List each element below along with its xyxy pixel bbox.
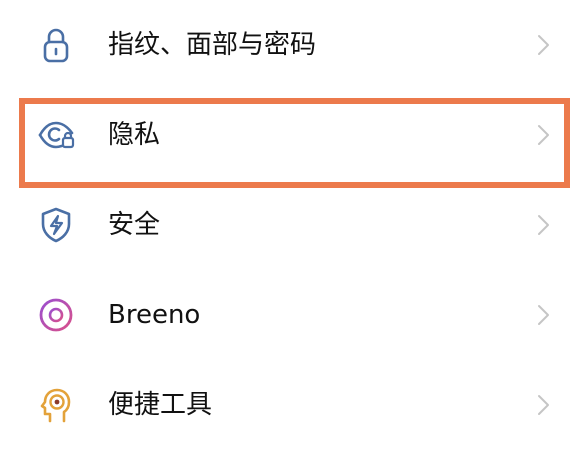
settings-item-fingerprint-face-password[interactable]: 指纹、面部与密码 bbox=[0, 0, 585, 90]
privacy-eye-lock-icon bbox=[36, 115, 76, 155]
breeno-ring-icon bbox=[36, 295, 76, 335]
head-target-icon bbox=[36, 385, 76, 425]
settings-item-label: Breeno bbox=[108, 300, 201, 330]
settings-item-label: 隐私 bbox=[108, 120, 161, 150]
settings-item-privacy[interactable]: 隐私 bbox=[0, 90, 585, 180]
settings-item-breeno[interactable]: Breeno bbox=[0, 270, 585, 360]
chevron-right-icon bbox=[536, 33, 552, 57]
lock-icon bbox=[36, 25, 76, 65]
settings-item-label: 指纹、面部与密码 bbox=[108, 30, 317, 60]
chevron-right-icon bbox=[536, 393, 552, 417]
chevron-right-icon bbox=[536, 213, 552, 237]
shield-bolt-icon bbox=[36, 205, 76, 245]
settings-item-label: 便捷工具 bbox=[108, 390, 213, 420]
settings-item-security[interactable]: 安全 bbox=[0, 180, 585, 270]
chevron-right-icon bbox=[536, 123, 552, 147]
settings-list: 指纹、面部与密码 隐私 安全 Breeno 便捷工具 bbox=[0, 0, 585, 476]
settings-item-label: 安全 bbox=[108, 210, 161, 240]
settings-item-convenience-tools[interactable]: 便捷工具 bbox=[0, 360, 585, 450]
chevron-right-icon bbox=[536, 303, 552, 327]
